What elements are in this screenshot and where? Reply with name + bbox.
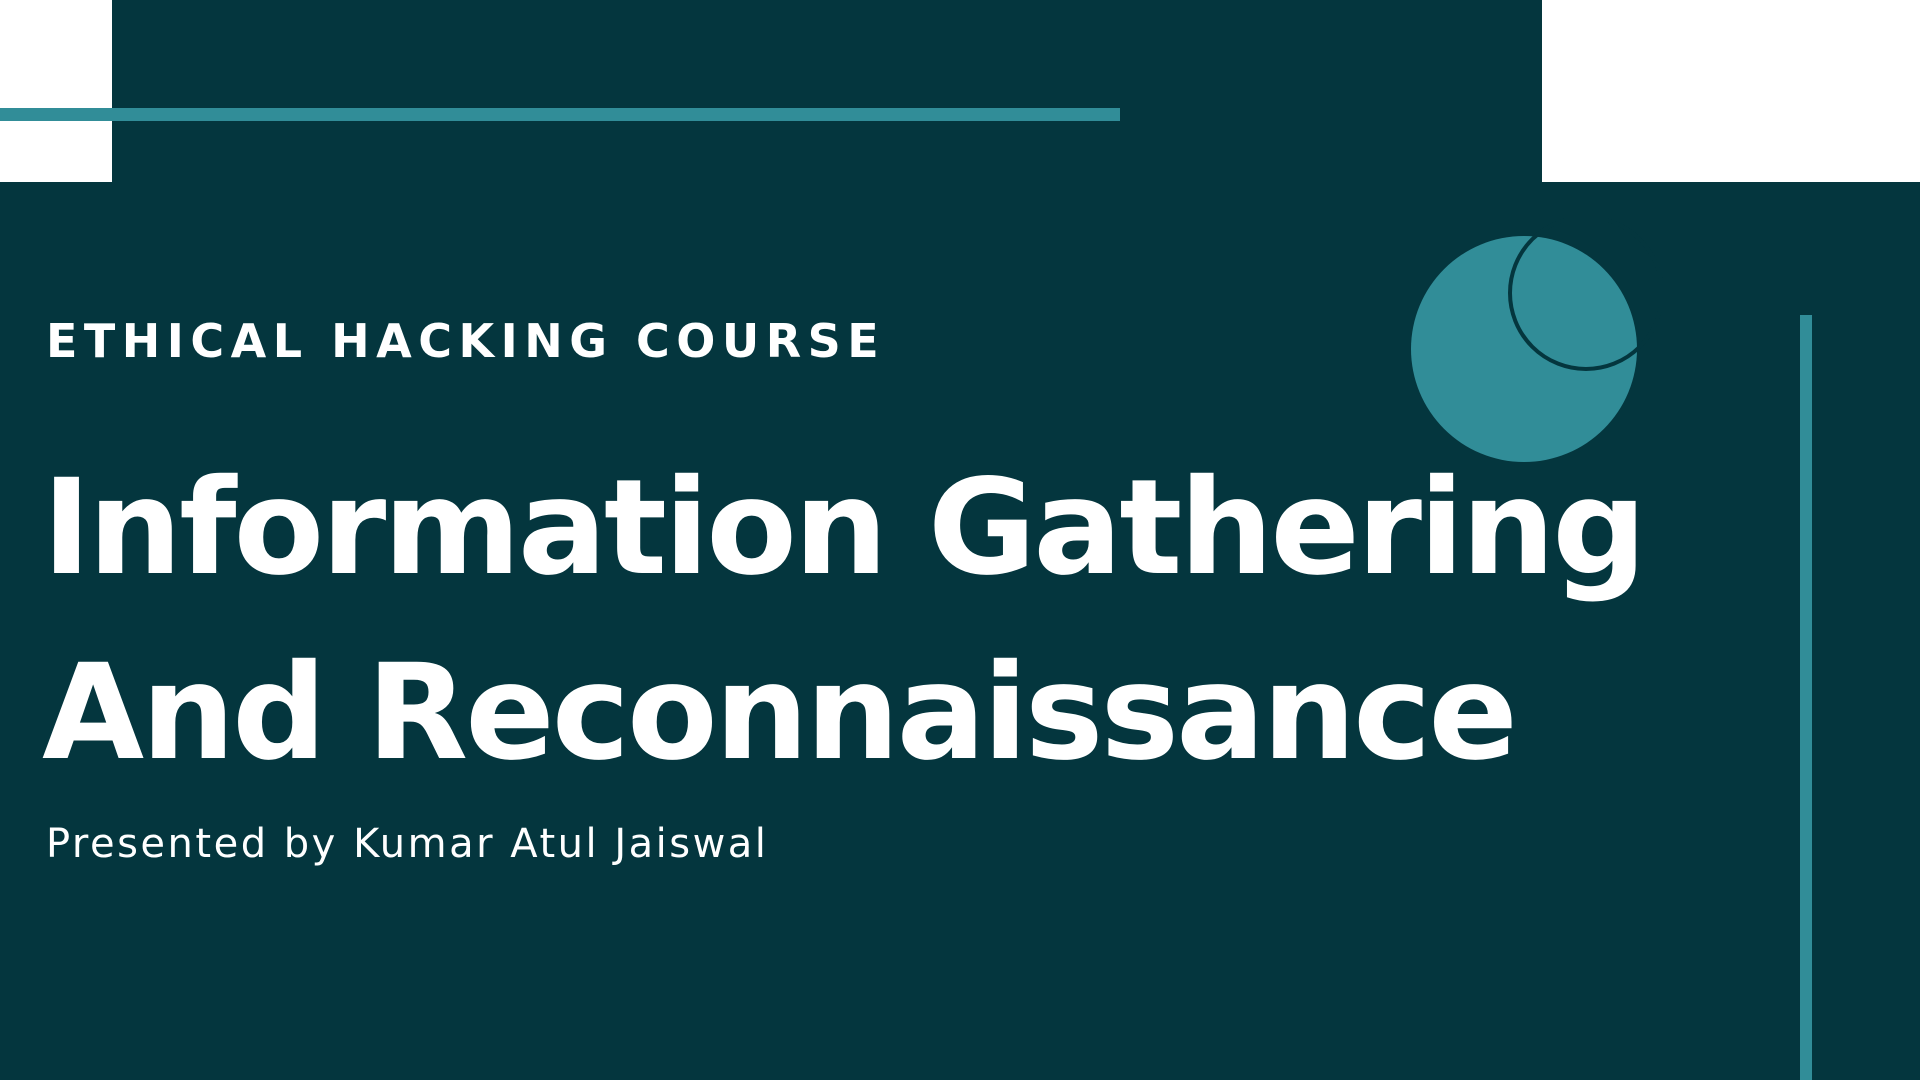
presenter-credit: Presented by Kumar Atul Jaiswal [46, 821, 769, 867]
slide-title-line-2: And Reconnaissance [42, 636, 1518, 790]
course-label: ETHICAL HACKING COURSE [46, 314, 886, 368]
slide-title: Information Gathering And Reconnaissance [42, 436, 1647, 806]
title-slide: ETHICAL HACKING COURSE Information Gathe… [0, 0, 1920, 1080]
horizontal-accent-bar [0, 108, 1120, 121]
teal-circle [1411, 236, 1637, 462]
slide-title-line-1: Information Gathering [42, 451, 1647, 605]
dark-panel-top [112, 0, 1542, 320]
vertical-accent-bar [1800, 315, 1812, 1080]
